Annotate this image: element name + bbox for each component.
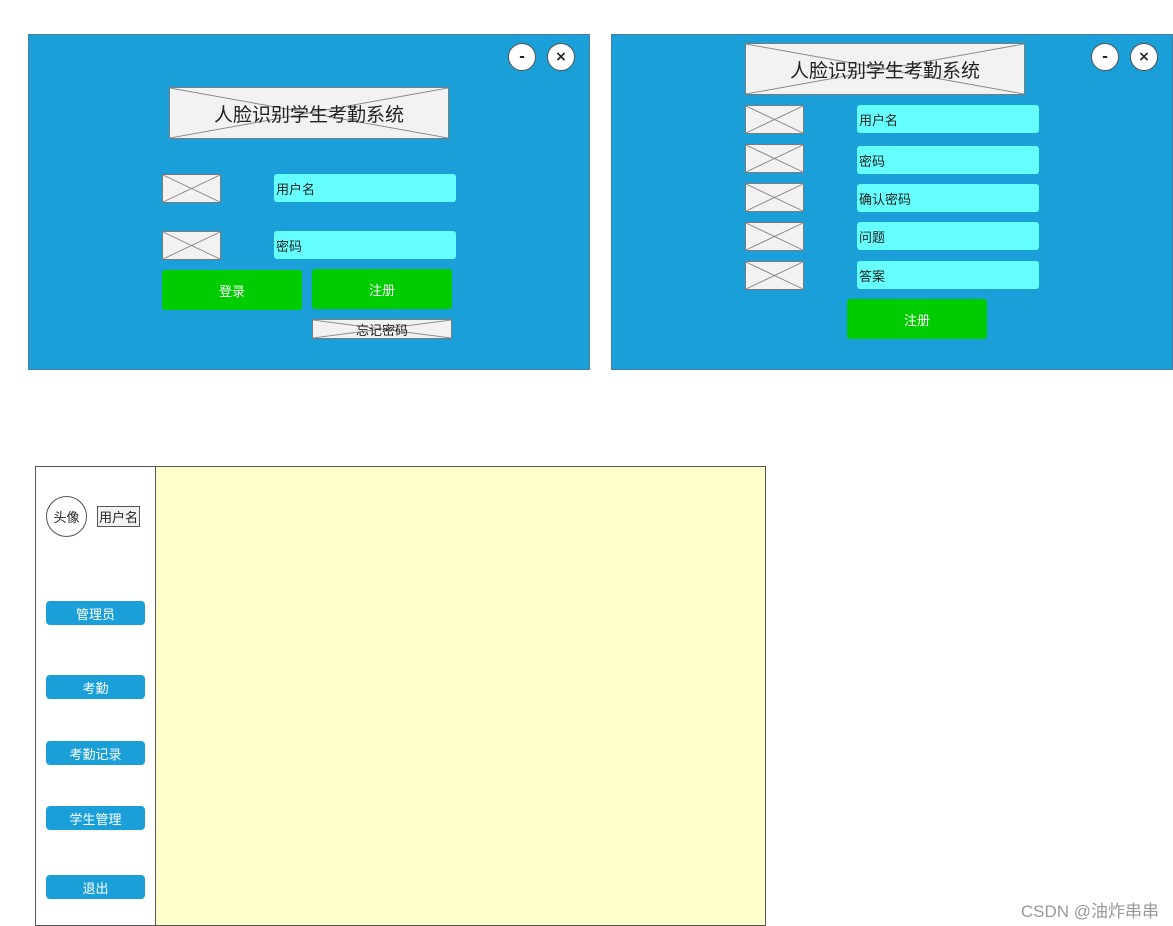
nav-student-management-button[interactable]: 学生管理 (46, 806, 145, 830)
register-minimize-button[interactable]: - (1091, 43, 1119, 71)
watermark: CSDN @油炸串串 (1020, 902, 1159, 921)
register-answer-input[interactable]: 答案 (857, 261, 1039, 289)
register-button[interactable]: 注册 (312, 269, 452, 309)
login-username-input[interactable]: 用户名 (274, 174, 456, 202)
register-title-box: 人脸识别学生考勤系统 (745, 43, 1025, 95)
username-icon (162, 174, 221, 203)
login-password-input[interactable]: 密码 (274, 231, 456, 259)
login-close-button[interactable]: × (547, 43, 575, 71)
image-placeholder-icon (746, 262, 803, 289)
register-close-button[interactable]: × (1130, 43, 1158, 71)
register-username-icon (745, 105, 804, 134)
forgot-password-label: 忘记密码 (355, 323, 408, 339)
register-submit-button[interactable]: 注册 (847, 299, 987, 339)
login-window (28, 34, 590, 370)
register-confirm-icon (745, 183, 804, 212)
register-question-input[interactable]: 问题 (857, 222, 1039, 250)
nav-attendance-button[interactable]: 考勤 (46, 675, 145, 699)
forgot-password-link[interactable]: 忘记密码 (312, 319, 452, 339)
login-minimize-button[interactable]: - (508, 43, 536, 71)
password-icon (162, 231, 221, 260)
image-placeholder-icon (746, 223, 803, 250)
register-username-input[interactable]: 用户名 (857, 105, 1039, 133)
image-placeholder-icon (163, 175, 220, 202)
register-password-input[interactable]: 密码 (857, 146, 1039, 174)
register-answer-icon (745, 261, 804, 290)
register-confirm-password-input[interactable]: 确认密码 (857, 184, 1039, 212)
main-content-area (155, 466, 766, 926)
register-title: 人脸识别学生考勤系统 (789, 59, 980, 82)
nav-logout-button[interactable]: 退出 (46, 875, 145, 899)
image-placeholder-icon (746, 106, 803, 133)
login-button[interactable]: 登录 (162, 270, 302, 310)
image-placeholder-icon (746, 184, 803, 211)
nav-admin-button[interactable]: 管理员 (46, 601, 145, 625)
avatar[interactable]: 头像 (46, 496, 87, 537)
register-password-icon (745, 144, 804, 173)
login-title: 人脸识别学生考勤系统 (213, 103, 404, 126)
register-question-icon (745, 222, 804, 251)
nav-attendance-records-button[interactable]: 考勤记录 (46, 741, 145, 765)
image-placeholder-icon (746, 145, 803, 172)
image-placeholder-icon (163, 232, 220, 259)
login-title-box: 人脸识别学生考勤系统 (169, 87, 449, 139)
sidebar-username: 用户名 (97, 506, 140, 527)
